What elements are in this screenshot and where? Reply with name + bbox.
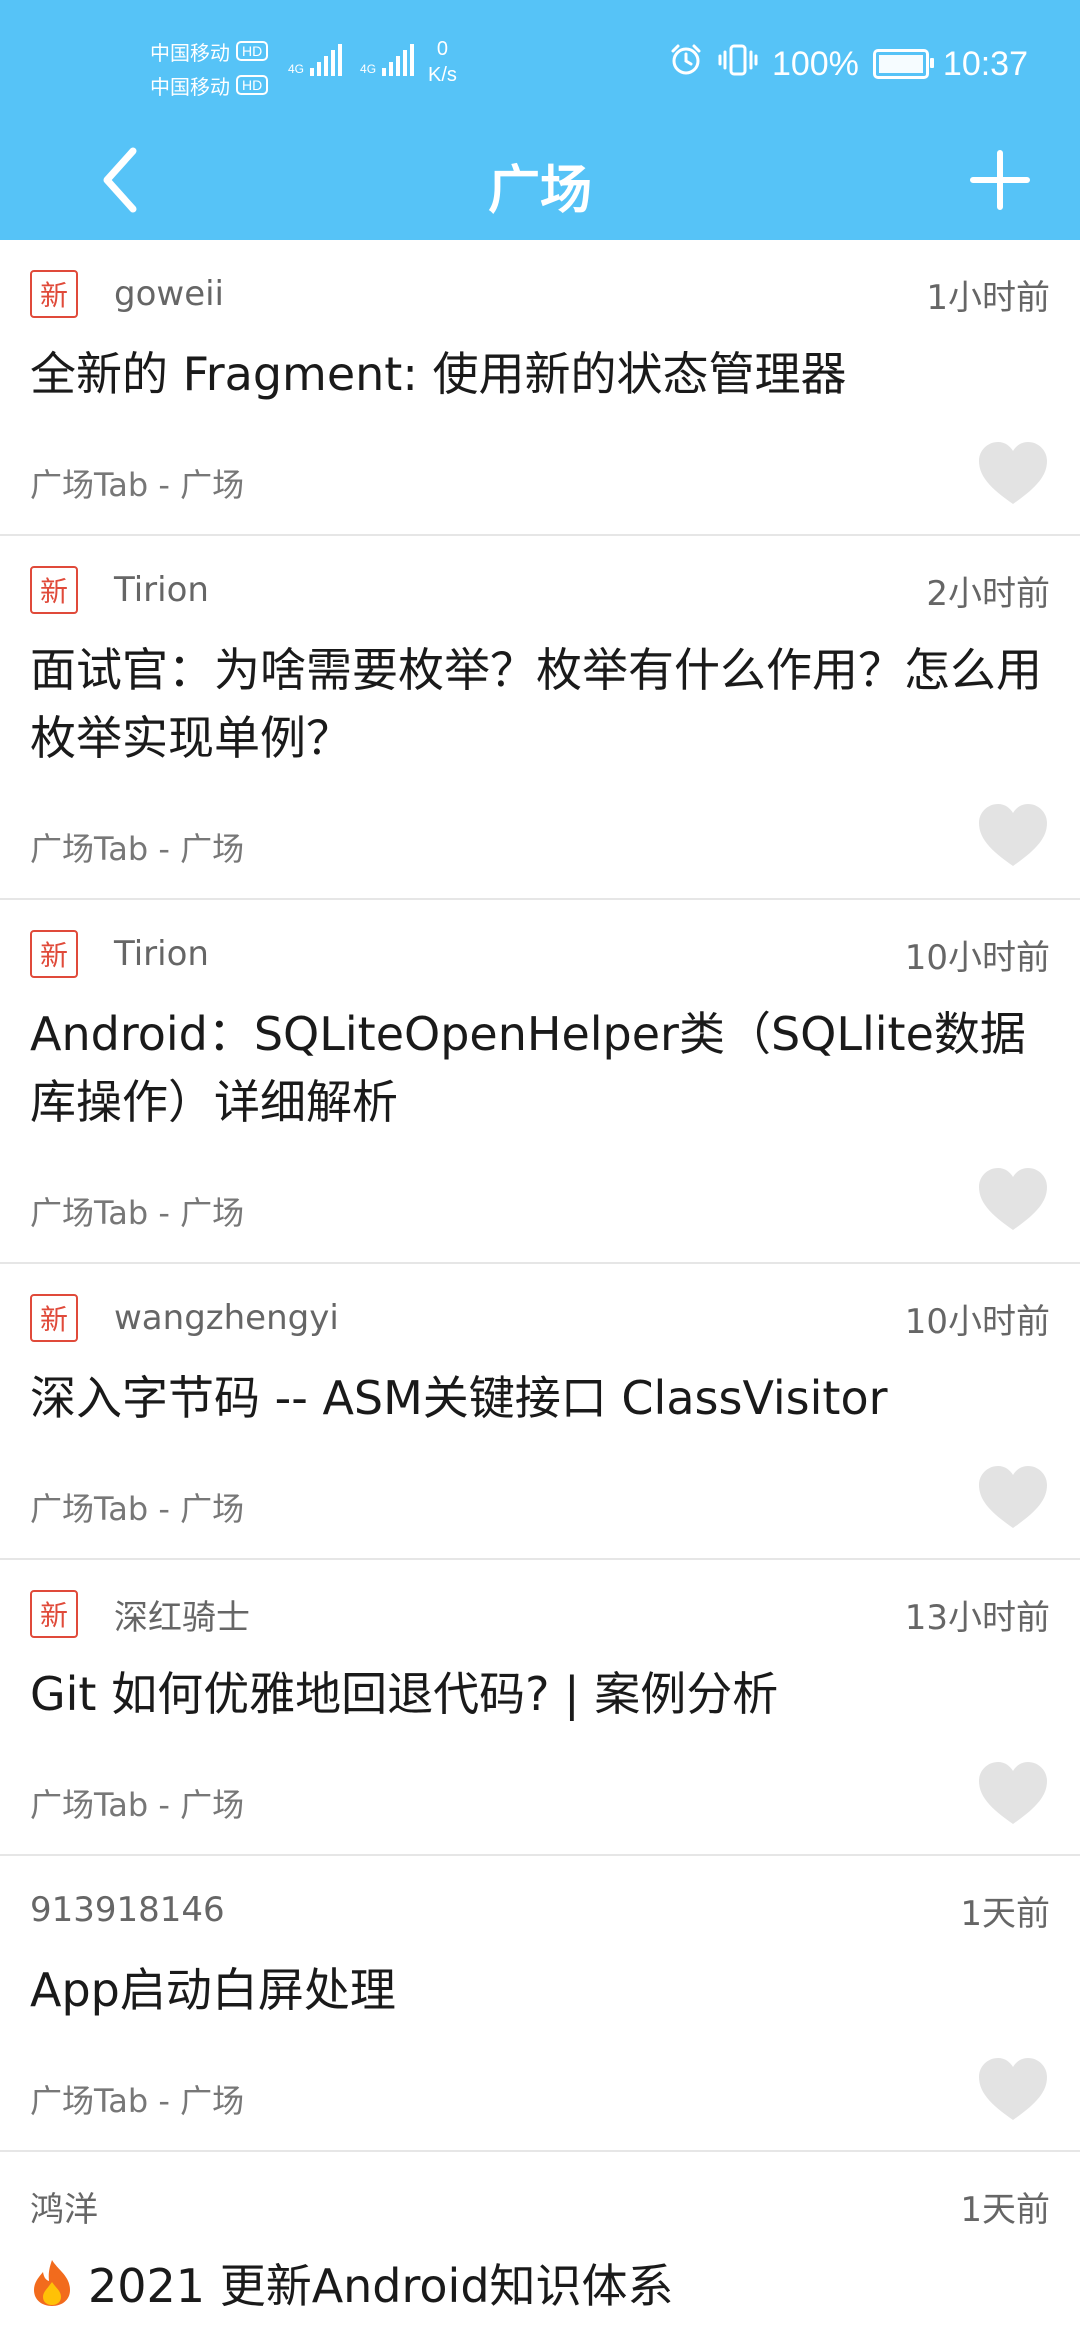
new-badge: 新 [30,930,78,978]
category-tag[interactable]: 广场Tab - 广场 [30,460,244,506]
post-time: 10小时前 [904,937,1050,978]
clock: 10:37 [942,44,1028,83]
author-name[interactable]: 鸿洋 [30,2182,98,2231]
carrier-info: 中国移动 HD 中国移动 HD [150,34,269,102]
article-title[interactable]: Android：SQLiteOpenHelper类（SQLlite数据库操作）详… [30,1000,1050,1136]
category-tag[interactable]: 广场Tab - 广场 [30,2076,244,2122]
new-badge: 新 [30,1294,78,1342]
article-title[interactable]: 面试官：为啥需要枚举？枚举有什么作用？怎么用枚举实现单例？ [30,636,1050,772]
item-meta: 新 Tirion 2小时前 [30,564,1050,616]
list-item[interactable]: 913918146 1天前 App启动白屏处理 广场Tab - 广场 [0,1856,1080,2152]
carrier-name: 中国移动 [150,42,230,65]
post-time: 2小时前 [926,573,1050,614]
list-item[interactable]: 新 wangzhengyi 10小时前 深入字节码 -- ASM关键接口 Cla… [0,1264,1080,1560]
author-name[interactable]: goweii [114,274,224,314]
list-item[interactable]: 新 深红骑士 13小时前 Git 如何优雅地回退代码? | 案例分析 广场Tab… [0,1560,1080,1856]
page-title: 广场 [487,161,592,221]
item-meta: 鸿洋 1天前 [30,2180,1050,2232]
heart-icon[interactable] [976,2056,1050,2122]
speed-value: 0 [436,38,449,60]
speed-unit: K/s [428,64,457,86]
heart-icon[interactable] [976,802,1050,868]
status-bar: 中国移动 HD 中国移动 HD 4G 4G 0 K/s 100% 10:37 [0,0,1080,130]
alarm-icon [668,42,704,87]
article-title-text: 2021 更新Android知识体系 [88,2259,674,2313]
item-meta: 新 Tirion 10小时前 [30,928,1050,980]
post-time: 1天前 [960,2189,1050,2230]
signal-icons: 4G 4G [288,44,415,76]
network-type: 4G [360,62,377,76]
battery-icon [872,49,934,79]
author-name[interactable]: wangzhengyi [114,1298,339,1338]
carrier-name: 中国移动 [150,76,230,99]
item-meta: 新 深红骑士 13小时前 [30,1588,1050,1640]
category-tag[interactable]: 广场Tab - 广场 [30,824,244,870]
status-right: 100% 10:37 [668,44,1028,84]
heart-icon[interactable] [976,1464,1050,1530]
post-time: 1小时前 [926,277,1050,318]
article-title[interactable]: App启动白屏处理 [30,1956,1050,2024]
category-tag[interactable]: 广场Tab - 广场 [30,1188,244,1234]
list-item[interactable]: 新 Tirion 10小时前 Android：SQLiteOpenHelper类… [0,900,1080,1264]
app-root: 中国移动 HD 中国移动 HD 4G 4G 0 K/s 100% 10:37 广… [0,0,1080,2340]
new-badge: 新 [30,1590,78,1638]
article-title[interactable]: 2021 更新Android知识体系 [30,2252,1050,2320]
hd-badge: HD [236,75,269,95]
item-meta: 913918146 1天前 [30,1884,1050,1936]
post-time: 10小时前 [904,1301,1050,1342]
author-name[interactable]: Tirion [114,570,209,610]
article-title[interactable]: Git 如何优雅地回退代码? | 案例分析 [30,1660,1050,1728]
fire-icon [34,2260,70,2306]
item-meta: 新 goweii 1小时前 [30,268,1050,320]
list-item[interactable]: 新 goweii 1小时前 全新的 Fragment: 使用新的状态管理器 广场… [0,240,1080,536]
new-badge: 新 [30,270,78,318]
item-meta: 新 wangzhengyi 10小时前 [30,1292,1050,1344]
article-title[interactable]: 全新的 Fragment: 使用新的状态管理器 [30,340,1050,408]
category-tag[interactable]: 广场Tab - 广场 [30,1484,244,1530]
network-speed: 0 K/s [428,36,457,88]
signal-icon: 4G [288,44,343,76]
hd-badge: HD [236,41,269,61]
author-name[interactable]: Tirion [114,934,209,974]
author-name[interactable]: 深红骑士 [114,1590,250,1639]
app-header: 中国移动 HD 中国移动 HD 4G 4G 0 K/s 100% 10:37 广… [0,0,1080,240]
new-badge: 新 [30,566,78,614]
plus-icon [970,150,1030,210]
list-item[interactable]: 鸿洋 1天前 2021 更新Android知识体系 [0,2152,1080,2340]
nav-bar: 广场 [0,130,1080,240]
post-time: 1天前 [960,1893,1050,1934]
category-tag[interactable]: 广场Tab - 广场 [30,1780,244,1826]
heart-icon[interactable] [976,1760,1050,1826]
article-title[interactable]: 深入字节码 -- ASM关键接口 ClassVisitor [30,1364,1050,1432]
network-type: 4G [288,62,305,76]
heart-icon[interactable] [976,440,1050,506]
article-list: 新 goweii 1小时前 全新的 Fragment: 使用新的状态管理器 广场… [0,240,1080,2340]
list-item[interactable]: 新 Tirion 2小时前 面试官：为啥需要枚举？枚举有什么作用？怎么用枚举实现… [0,536,1080,900]
battery-percent: 100% [771,44,859,83]
heart-icon[interactable] [976,1166,1050,1232]
vibrate-icon [718,42,758,87]
signal-icon: 4G [360,44,415,76]
add-button[interactable] [960,140,1040,220]
author-name[interactable]: 913918146 [30,1890,225,1930]
post-time: 13小时前 [904,1597,1050,1638]
